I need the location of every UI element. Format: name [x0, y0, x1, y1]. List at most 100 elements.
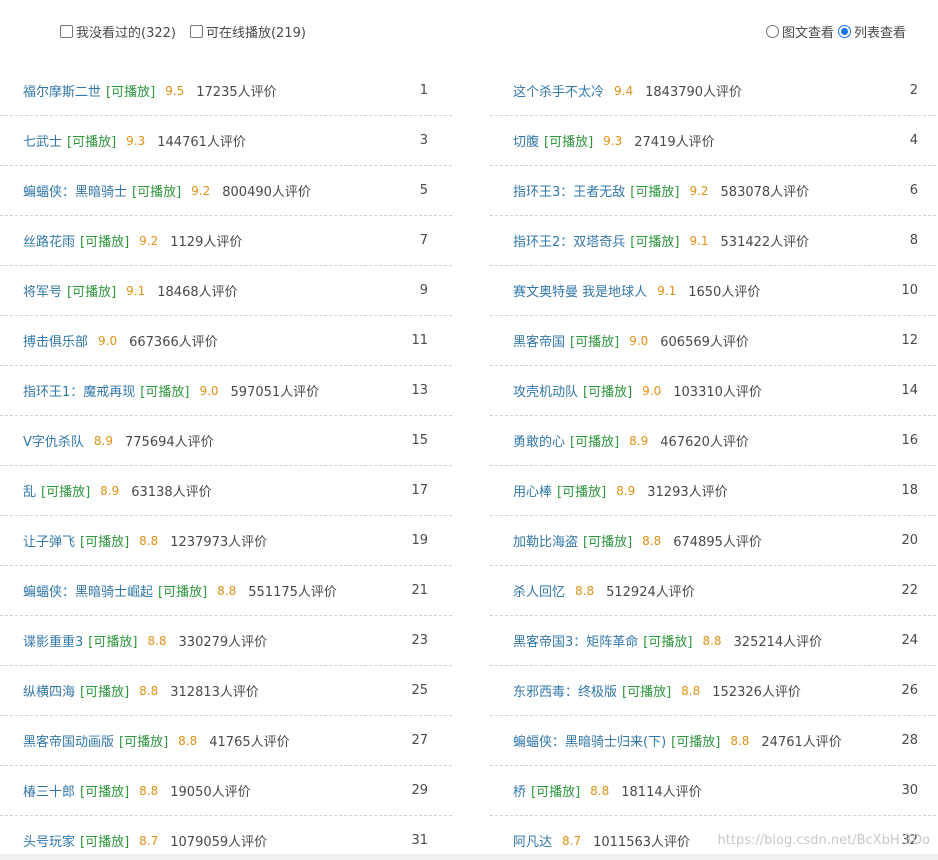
list-item: 丝路花雨 [可播放] 9.2 1129人评价 7 — [0, 216, 452, 266]
rating-count: 63138人评价 — [131, 485, 212, 500]
movie-title-link[interactable]: 蝙蝠侠：黑暗骑士归来(下) — [513, 731, 666, 750]
movie-title-link[interactable]: 桥 — [513, 781, 526, 800]
list-item: 蝙蝠侠：黑暗骑士归来(下) [可播放] 8.8 24761人评价 28 — [490, 716, 936, 766]
rank-number: 18 — [901, 483, 918, 498]
list-view-option[interactable]: 列表查看 — [837, 22, 906, 41]
playable-link[interactable]: [可播放] — [630, 181, 679, 200]
rank-number: 15 — [411, 433, 428, 448]
rating-value: 8.8 — [730, 733, 750, 748]
playable-link[interactable]: [可播放] — [80, 681, 129, 700]
playable-link[interactable]: [可播放] — [80, 831, 129, 850]
playable-link[interactable]: [可播放] — [622, 681, 671, 700]
playable-link[interactable]: [可播放] — [41, 481, 90, 500]
scrollbar-track[interactable] — [0, 854, 938, 860]
movie-title-link[interactable]: 切腹 — [513, 131, 539, 150]
movie-title-link[interactable]: 丝路花雨 — [23, 231, 75, 250]
playable-checkbox[interactable] — [189, 25, 203, 38]
movie-title-link[interactable]: 乱 — [23, 481, 36, 500]
playable-link[interactable]: [可播放] — [544, 131, 593, 150]
movie-title-link[interactable]: 让子弹飞 — [23, 531, 75, 550]
rating-value: 9.0 — [629, 333, 649, 348]
rank-number: 14 — [901, 383, 918, 398]
rank-number: 29 — [411, 783, 428, 798]
playable-filter[interactable]: 可在线播放(219) — [189, 22, 306, 41]
playable-link[interactable]: [可播放] — [570, 431, 619, 450]
rating-count: 606569人评价 — [660, 335, 749, 350]
playable-link[interactable]: [可播放] — [119, 731, 168, 750]
movie-title-link[interactable]: 指环王2：双塔奇兵 — [513, 231, 625, 250]
movie-title-link[interactable]: 黑客帝国动画版 — [23, 731, 114, 750]
playable-link[interactable]: [可播放] — [80, 231, 129, 250]
movie-title-link[interactable]: 攻壳机动队 — [513, 381, 578, 400]
rating-value: 8.8 — [139, 533, 159, 548]
movie-title-link[interactable]: 用心棒 — [513, 481, 552, 500]
playable-link[interactable]: [可播放] — [80, 531, 129, 550]
playable-link[interactable]: [可播放] — [583, 381, 632, 400]
list-item: 乱 [可播放] 8.9 63138人评价 17 — [0, 466, 452, 516]
list-item: 桥 [可播放] 8.8 18114人评价 30 — [490, 766, 936, 816]
movie-title-link[interactable]: 加勒比海盗 — [513, 531, 578, 550]
playable-link[interactable]: [可播放] — [158, 581, 207, 600]
rating-value: 8.8 — [178, 733, 198, 748]
playable-link[interactable]: [可播放] — [630, 231, 679, 250]
movie-title-link[interactable]: 谍影重重3 — [23, 631, 83, 650]
movie-title-link[interactable]: 赛文奥特曼 我是地球人 — [513, 281, 647, 300]
grid-view-option[interactable]: 图文查看 — [765, 22, 834, 41]
movie-title-link[interactable]: 福尔摩斯二世 — [23, 81, 101, 100]
playable-link[interactable]: [可播放] — [132, 181, 181, 200]
playable-link[interactable]: [可播放] — [570, 331, 619, 350]
list-item: 赛文奥特曼 我是地球人 9.1 1650人评价 10 — [490, 266, 936, 316]
movie-title-link[interactable]: 蝙蝠侠：黑暗骑士崛起 — [23, 581, 153, 600]
rank-number: 10 — [901, 283, 918, 298]
playable-link[interactable]: [可播放] — [106, 81, 155, 100]
rating-value: 9.0 — [199, 383, 219, 398]
rating-count: 27419人评价 — [634, 135, 715, 150]
rank-number: 2 — [909, 83, 918, 98]
rating-count: 312813人评价 — [170, 685, 259, 700]
playable-link[interactable]: [可播放] — [80, 781, 129, 800]
rank-number: 11 — [411, 333, 428, 348]
movie-title-link[interactable]: 搏击俱乐部 — [23, 331, 88, 350]
playable-link[interactable]: [可播放] — [531, 781, 580, 800]
movie-title-link[interactable]: 阿凡达 — [513, 831, 552, 850]
movie-title-link[interactable]: 蝙蝠侠：黑暗骑士 — [23, 181, 127, 200]
unseen-filter[interactable]: 我没看过的(322) — [60, 22, 176, 41]
grid-view-radio[interactable] — [765, 25, 779, 38]
playable-link[interactable]: [可播放] — [140, 381, 189, 400]
playable-link[interactable]: [可播放] — [67, 281, 116, 300]
playable-link[interactable]: [可播放] — [67, 131, 116, 150]
movie-title-link[interactable]: 将军号 — [23, 281, 62, 300]
rating-count: 1011563人评价 — [593, 835, 691, 850]
rating-count: 531422人评价 — [720, 235, 810, 250]
rating-value: 9.1 — [126, 283, 146, 298]
movie-title-link[interactable]: 黑客帝国 — [513, 331, 565, 350]
movie-title-link[interactable]: 头号玩家 — [23, 831, 75, 850]
movie-title-link[interactable]: 纵横四海 — [23, 681, 75, 700]
movie-title-link[interactable]: 这个杀手不太冷 — [513, 81, 604, 100]
movie-title-link[interactable]: 东邪西毒：终极版 — [513, 681, 617, 700]
rating-count: 551175人评价 — [248, 585, 337, 600]
unseen-checkbox[interactable] — [60, 25, 73, 38]
movie-title-link[interactable]: 勇敢的心 — [513, 431, 565, 450]
list-view-label: 列表查看 — [853, 26, 906, 41]
rating-value: 8.7 — [139, 833, 159, 848]
movie-title-link[interactable]: 椿三十郎 — [23, 781, 75, 800]
rank-number: 5 — [419, 183, 428, 198]
playable-link[interactable]: [可播放] — [557, 481, 606, 500]
playable-link[interactable]: [可播放] — [583, 531, 632, 550]
list-item: 黑客帝国 [可播放] 9.0 606569人评价 12 — [490, 316, 936, 366]
rating-count: 597051人评价 — [230, 385, 320, 400]
rating-count: 31293人评价 — [647, 485, 728, 500]
movie-title-link[interactable]: 指环王1：魔戒再现 — [23, 381, 135, 400]
playable-link[interactable]: [可播放] — [671, 731, 720, 750]
list-item: V字仇杀队 8.9 775694人评价 15 — [0, 416, 452, 466]
movie-title-link[interactable]: 指环王3：王者无敌 — [513, 181, 625, 200]
movie-title-link[interactable]: 黑客帝国3：矩阵革命 — [513, 631, 638, 650]
playable-link[interactable]: [可播放] — [643, 631, 692, 650]
rank-number: 25 — [411, 683, 428, 698]
movie-title-link[interactable]: 七武士 — [23, 131, 62, 150]
playable-link[interactable]: [可播放] — [88, 631, 137, 650]
list-view-radio[interactable] — [837, 25, 851, 38]
movie-title-link[interactable]: V字仇杀队 — [23, 431, 84, 450]
movie-title-link[interactable]: 杀人回忆 — [513, 581, 565, 600]
